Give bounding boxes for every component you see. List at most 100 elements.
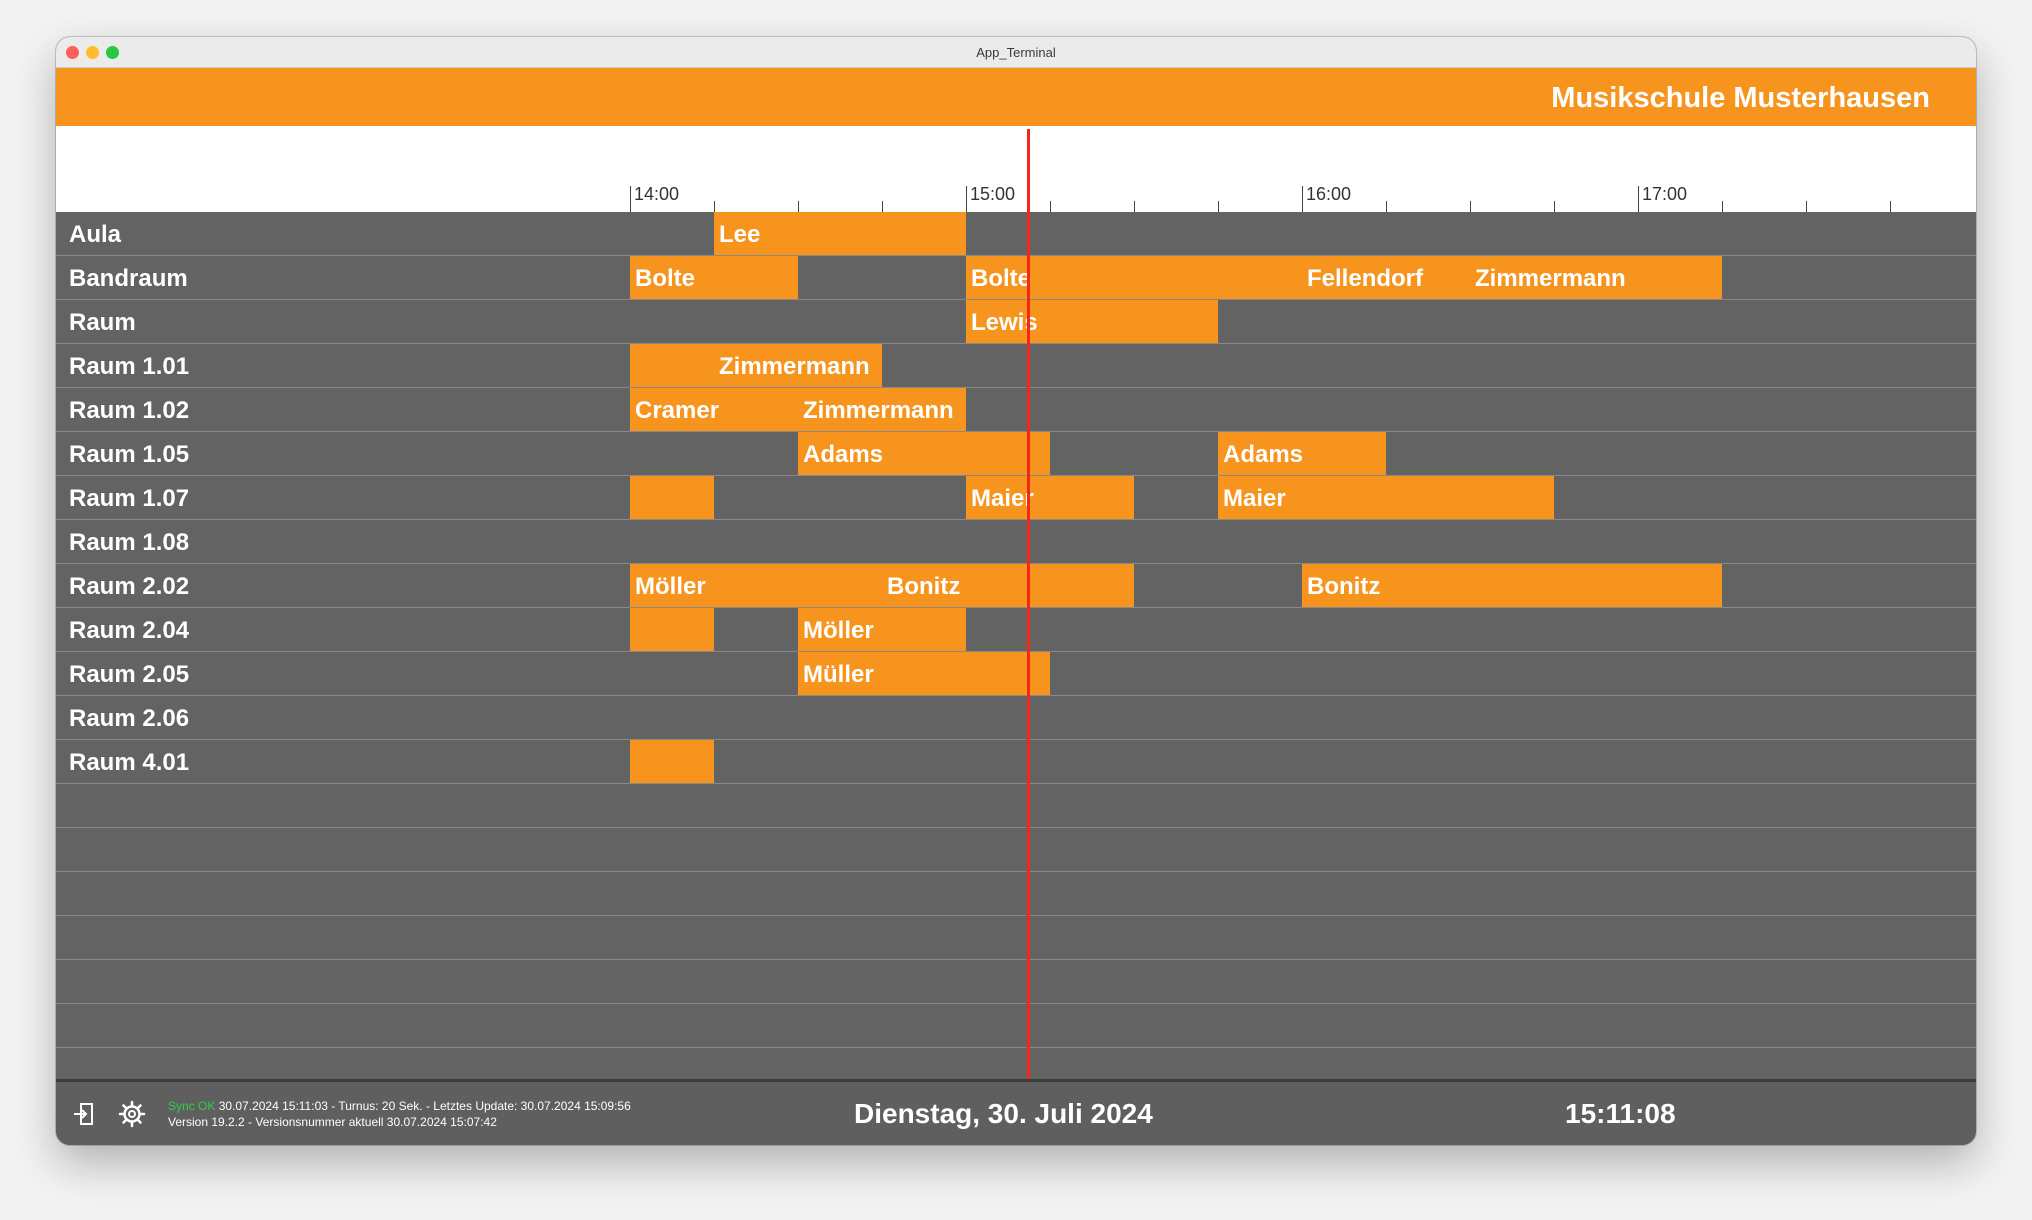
room-row: Raum 1.02 Cramer Zimmermann [56,388,1976,432]
booking-block[interactable]: Maier [1218,476,1554,519]
booking-block[interactable]: Bolte [966,256,1302,299]
current-time-line [1027,129,1031,1113]
room-row: Raum 1.08 [56,520,1976,564]
booking-block[interactable] [630,608,714,651]
booking-teacher: Lee [719,221,761,248]
booking-block[interactable]: Lee [714,212,966,255]
booking-block[interactable] [630,344,714,387]
booking-teacher: Bonitz [1307,573,1381,600]
app-window: App_Terminal Musikschule Musterhausen 14… [56,37,1976,1145]
booking-teacher: Bonitz [887,573,961,600]
room-label: Raum 2.06 [69,705,190,732]
booking-block[interactable] [630,740,714,783]
quarter-tick [1722,201,1723,212]
booking-teacher: Möller [803,617,874,644]
quarter-tick [798,201,799,212]
room-row: Raum 4.01 [56,740,1976,784]
room-label: Aula [69,221,122,248]
hour-tick [1302,186,1303,212]
room-label: Raum 1.01 [69,353,190,380]
title-bar: App_Terminal [56,37,1976,68]
booking-block[interactable]: Bonitz [1302,564,1722,607]
empty-row [56,916,1976,960]
hour-tick [1638,186,1639,212]
booking-teacher: Maier [1223,485,1286,512]
room-row: Raum 1.01 Zimmermann [56,344,1976,388]
booking-teacher: Bolte [971,265,1031,292]
quarter-tick [1134,201,1135,212]
quarter-tick [1218,201,1219,212]
empty-row [56,872,1976,916]
booking-teacher: Zimmermann [1475,265,1626,292]
booking-teacher: Müller [803,661,874,688]
booking-teacher: Zimmermann [719,353,870,380]
quarter-tick [1806,201,1807,212]
sync-ok-label: Sync OK [168,1099,216,1113]
room-row: Raum 1.07 Maier Maier [56,476,1976,520]
version-info: Version 19.2.2 - Versionsnummer aktuell … [168,1115,497,1129]
room-label: Raum 4.01 [69,749,190,776]
booking-block[interactable]: Zimmermann [714,344,882,387]
booking-block[interactable]: Lewis [966,300,1218,343]
empty-row [56,828,1976,872]
booking-block[interactable]: Maier [966,476,1134,519]
room-schedule-grid: Aula Lee Bandraum Bolte Bolte Fellendorf Zimme… [56,212,1976,1114]
room-label: Raum 1.02 [69,397,190,424]
room-row: Raum 1.05 Adams Adams [56,432,1976,476]
room-label: Raum 2.04 [69,617,190,644]
booking-teacher: Möller [635,573,706,600]
quarter-tick [1050,201,1051,212]
hour-label: 14:00 [634,184,680,204]
room-row: Raum Lewis [56,300,1976,344]
booking-block[interactable]: Bolte [630,256,798,299]
hour-label: 15:00 [970,184,1016,204]
current-clock: 15:11:08 [1565,1098,1676,1129]
quarter-tick [882,201,883,212]
time-axis: 14:00 15:00 16:00 17:00 [56,126,1976,212]
booking-teacher: Fellendorf [1307,265,1424,292]
booking-block[interactable]: Zimmermann [798,388,966,431]
booking-teacher: Maier [971,485,1034,512]
gear-icon[interactable] [118,1100,146,1128]
hour-label: 17:00 [1642,184,1688,204]
booking-block[interactable]: Cramer [630,388,798,431]
room-row: Raum 2.02 Möller Bonitz Bonitz [56,564,1976,608]
booking-block[interactable]: Zimmermann [1470,256,1722,299]
booking-teacher: Zimmermann [803,397,954,424]
hour-tick [630,186,631,212]
room-row: Aula Lee [56,212,1976,256]
empty-row [56,960,1976,1004]
exit-door-icon[interactable] [72,1100,100,1128]
booking-block[interactable]: Müller [798,652,1050,695]
empty-row [56,784,1976,828]
footer-bar: Sync OK 30.07.2024 15:11:03 - Turnus: 20… [56,1079,1976,1145]
booking-block[interactable]: Adams [798,432,1050,475]
booking-block[interactable]: Möller [630,564,882,607]
room-label: Raum 1.07 [69,485,190,512]
hour-tick [966,186,967,212]
room-row: Bandraum Bolte Bolte Fellendorf Zimmermann [56,256,1976,300]
booking-block[interactable]: Adams [1218,432,1386,475]
quarter-tick [714,201,715,212]
room-label: Raum 2.05 [69,661,190,688]
current-date: Dienstag, 30. Juli 2024 [854,1098,1153,1129]
booking-block[interactable]: Fellendorf [1302,256,1470,299]
room-label: Raum 1.08 [69,529,190,556]
room-row: Raum 2.06 [56,696,1976,740]
room-label: Bandraum [69,265,188,292]
window-title: App_Terminal [976,45,1056,60]
booking-block[interactable]: Möller [798,608,966,651]
booking-block[interactable]: Bonitz [882,564,1134,607]
room-label: Raum 1.05 [69,441,190,468]
room-row: Raum 2.05 Müller [56,652,1976,696]
booking-teacher: Cramer [635,397,720,424]
sync-status: Sync OK 30.07.2024 15:11:03 - Turnus: 20… [168,1098,631,1130]
booking-block[interactable] [630,476,714,519]
sync-details: 30.07.2024 15:11:03 - Turnus: 20 Sek. - … [218,1099,631,1113]
quarter-tick [1890,201,1891,212]
footer: Sync OK 30.07.2024 15:11:03 - Turnus: 20… [56,1079,1976,1145]
booking-teacher: Bolte [635,265,695,292]
room-label: Raum [69,309,136,336]
quarter-tick [1386,201,1387,212]
quarter-tick [1554,201,1555,212]
